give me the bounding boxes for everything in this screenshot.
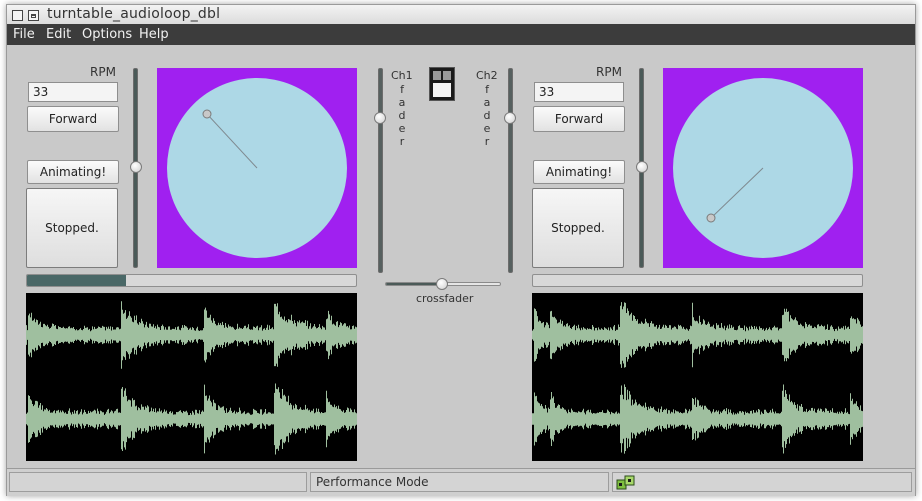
- left-position-progress-fill: [27, 275, 126, 286]
- switch-right-block: [443, 71, 451, 80]
- left-waveform-svg: [26, 301, 357, 455]
- status-cell-right: [612, 472, 912, 492]
- fader-letter: e: [398, 122, 406, 135]
- left-pitch-slider-knob[interactable]: [130, 161, 142, 173]
- left-position-progress[interactable]: [26, 274, 357, 287]
- ch1-fader-vertical-label: f a d e r: [396, 83, 408, 148]
- title-bar: turntable_audioloop_dbl: [7, 5, 915, 25]
- right-needle-icon[interactable]: [706, 213, 716, 223]
- fader-letter: d: [483, 109, 491, 122]
- right-animating-button[interactable]: Animating!: [533, 160, 625, 184]
- left-waveform-shape: [26, 301, 357, 455]
- status-bar: Performance Mode: [7, 468, 915, 496]
- left-needle-icon[interactable]: [202, 109, 212, 119]
- left-deck-area: [157, 68, 357, 268]
- right-platter-svg: [673, 78, 853, 258]
- window-title: turntable_audioloop_dbl: [47, 6, 221, 22]
- fader-letter: a: [398, 96, 406, 109]
- ch1-fader-track[interactable]: [378, 68, 383, 273]
- fader-letter: a: [483, 96, 491, 109]
- left-rpm-label: RPM: [90, 65, 116, 79]
- crossfader-label: crossfader: [416, 292, 474, 305]
- fader-letter: e: [483, 122, 491, 135]
- switch-left-block: [433, 71, 441, 80]
- menu-help[interactable]: Help: [139, 27, 169, 42]
- switch-toggle-block: [433, 83, 451, 97]
- crossfader-knob[interactable]: [436, 278, 448, 290]
- maximize-window-icon[interactable]: [28, 10, 39, 21]
- right-waveform-shape: [532, 302, 863, 454]
- ch2-fader-knob[interactable]: [504, 112, 516, 124]
- status-cell-left: [9, 472, 307, 492]
- left-rpm-input[interactable]: [28, 82, 118, 102]
- crossfader-fill: [386, 283, 442, 285]
- right-deck-area: [663, 68, 863, 268]
- right-rpm-input[interactable]: [534, 82, 624, 102]
- menu-options[interactable]: Options: [82, 27, 132, 42]
- right-waveform-svg: [532, 302, 863, 454]
- right-stopped-toggle[interactable]: Stopped.: [532, 188, 624, 268]
- fader-letter: r: [399, 135, 405, 148]
- menu-edit[interactable]: Edit: [46, 27, 71, 42]
- app-window: turntable_audioloop_dbl File Edit Option…: [6, 4, 916, 496]
- left-waveform[interactable]: [26, 293, 357, 461]
- left-forward-button[interactable]: Forward: [27, 106, 119, 132]
- fader-letter: f: [485, 83, 489, 96]
- ch1-label: Ch1: [391, 69, 413, 82]
- close-window-icon[interactable]: [12, 10, 23, 21]
- right-rpm-label: RPM: [596, 65, 622, 79]
- ch2-fader-track[interactable]: [508, 68, 513, 273]
- fader-letter: r: [484, 135, 490, 148]
- right-waveform[interactable]: [532, 293, 863, 461]
- ch1-fader-knob[interactable]: [374, 112, 386, 124]
- mixer-switch-icon[interactable]: [429, 67, 455, 101]
- menu-bar: File Edit Options Help: [7, 24, 915, 45]
- network-link-icon[interactable]: [616, 475, 636, 491]
- right-forward-button[interactable]: Forward: [533, 106, 625, 132]
- ch2-fader-vertical-label: f a d e r: [481, 83, 493, 148]
- left-platter-svg: [167, 78, 347, 258]
- fader-letter: d: [398, 109, 406, 122]
- right-pitch-slider-knob[interactable]: [636, 161, 648, 173]
- right-position-progress[interactable]: [532, 274, 863, 287]
- menu-file[interactable]: File: [13, 27, 35, 42]
- left-stopped-toggle[interactable]: Stopped.: [26, 188, 118, 268]
- fader-letter: f: [400, 83, 404, 96]
- left-animating-button[interactable]: Animating!: [27, 160, 119, 184]
- ch2-label: Ch2: [476, 69, 498, 82]
- status-mode: Performance Mode: [310, 472, 609, 492]
